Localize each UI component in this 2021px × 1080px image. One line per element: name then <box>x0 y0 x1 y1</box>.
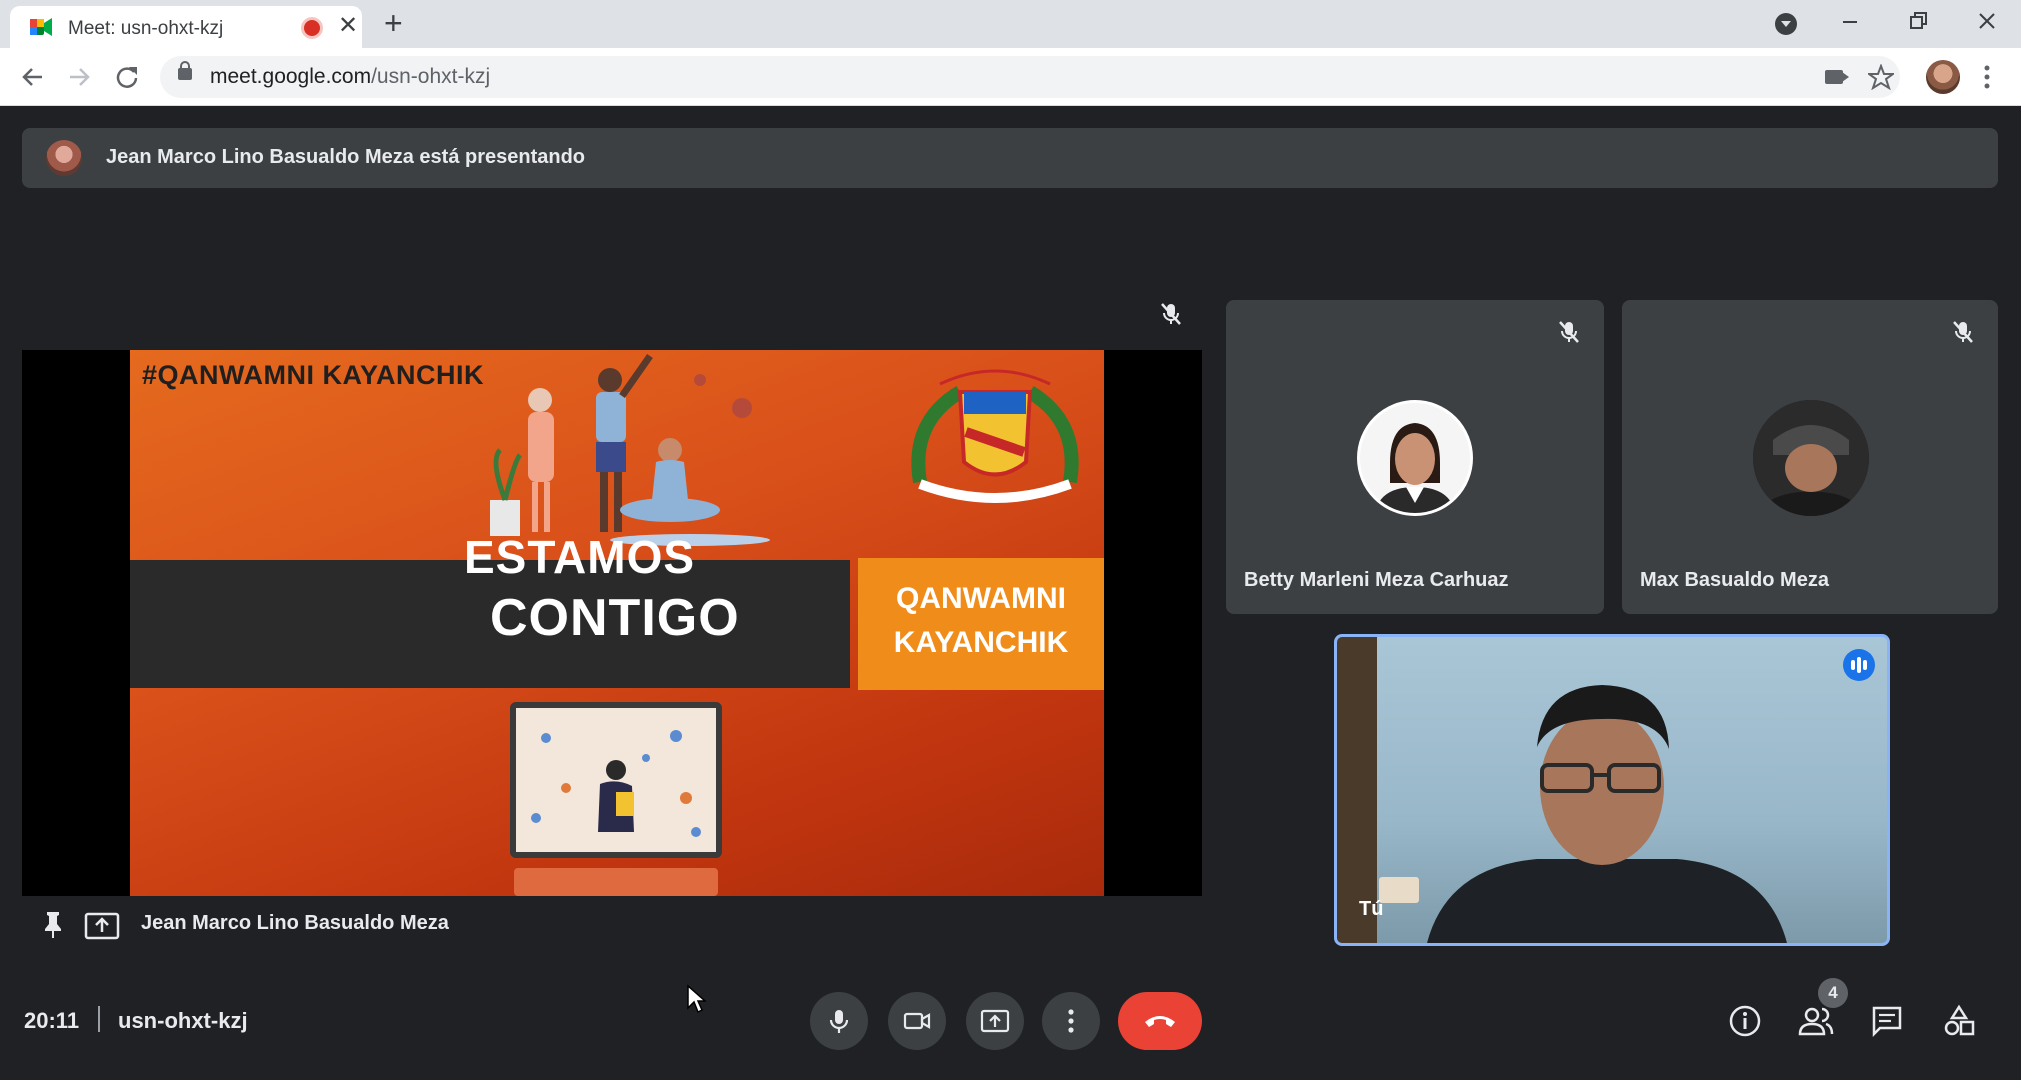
browser-toolbar: meet.google.com/usn-ohxt-kzj <box>0 48 2021 106</box>
tab-title: Meet: usn-ohxt-kzj <box>68 18 224 39</box>
participant-name: Betty Marleni Meza Carhuaz <box>1244 569 1509 591</box>
video-camera-icon <box>903 1012 931 1030</box>
participant-count-badge: 4 <box>1818 978 1848 1008</box>
participant-tile[interactable]: Max Basualdo Meza <box>1622 300 1998 614</box>
slide-box-line1: QANWAMNI <box>896 582 1066 615</box>
bottom-bar-divider <box>98 1006 100 1032</box>
virus-person-illustration <box>531 730 701 837</box>
reload-icon[interactable] <box>114 64 140 90</box>
slide-box-line2: KAYANCHIK <box>893 626 1069 659</box>
participant-tile[interactable]: Betty Marleni Meza Carhuaz <box>1226 300 1604 614</box>
leave-call-button[interactable] <box>1118 992 1202 1050</box>
lock-icon[interactable] <box>178 61 192 80</box>
meet-favicon-icon <box>30 18 52 36</box>
profile-avatar[interactable] <box>1926 60 1960 94</box>
participant-avatar <box>1357 400 1473 516</box>
speaking-indicator-icon <box>1843 649 1875 681</box>
slide-laptop-illustration <box>510 702 722 858</box>
minimize-icon[interactable] <box>1840 12 1860 32</box>
self-label: Tú <box>1359 898 1384 920</box>
bookmark-star-icon[interactable] <box>1868 64 1894 90</box>
slide-orange-box: QANWAMNI KAYANCHIK <box>858 558 1104 690</box>
url-path: /usn-ohxt-kzj <box>371 65 491 88</box>
restore-icon[interactable] <box>1908 10 1930 32</box>
browser-tab[interactable]: Meet: usn-ohxt-kzj ✕ <box>10 6 362 48</box>
presentation-tile[interactable]: #QANWAMNI KAYANCHIK ESTAMOS CONTIGO QANW… <box>22 350 1202 896</box>
meeting-details-icon[interactable] <box>1728 1004 1762 1038</box>
recording-indicator-icon <box>304 20 320 36</box>
meeting-code: usn-ohxt-kzj <box>118 1008 248 1033</box>
mic-muted-icon <box>1559 321 1579 343</box>
tab-search-icon[interactable] <box>1775 13 1797 35</box>
pin-icon[interactable] <box>42 910 64 940</box>
presenter-muted-icon <box>1161 303 1181 325</box>
browser-tab-strip: Meet: usn-ohxt-kzj ✕ + <box>0 0 2021 48</box>
browser-menu-icon[interactable] <box>1982 64 1992 90</box>
presenter-name-label: Jean Marco Lino Basualdo Meza <box>141 912 449 934</box>
participant-name: Max Basualdo Meza <box>1640 569 1829 591</box>
presenting-screen-icon <box>84 912 120 940</box>
window-close-icon[interactable] <box>1976 10 1998 32</box>
chat-icon[interactable] <box>1870 1004 1904 1038</box>
tab-close-icon[interactable]: ✕ <box>338 14 358 38</box>
new-tab-button[interactable]: + <box>384 6 403 40</box>
present-screen-icon <box>980 1009 1010 1033</box>
mic-muted-icon <box>1953 321 1973 343</box>
present-now-button[interactable] <box>966 992 1024 1050</box>
slide-people-illustration <box>490 353 770 546</box>
slide-hashtag: #QANWAMNI KAYANCHIK <box>142 360 485 390</box>
self-video-tile[interactable]: Tú <box>1334 634 1890 946</box>
more-options-button[interactable] <box>1042 992 1100 1050</box>
forward-arrow-icon[interactable] <box>66 64 92 90</box>
more-vert-icon <box>1068 1009 1074 1033</box>
shared-slide: #QANWAMNI KAYANCHIK ESTAMOS CONTIGO QANW… <box>130 350 1104 896</box>
self-video-feed <box>1337 637 1787 943</box>
mouse-cursor-icon <box>687 984 706 1014</box>
slide-title-line2: CONTIGO <box>490 589 740 647</box>
presenting-banner: Jean Marco Lino Basualdo Meza está prese… <box>22 128 1998 188</box>
activities-icon[interactable] <box>1942 1004 1976 1038</box>
camera-button[interactable] <box>888 992 946 1050</box>
school-crest-logo <box>911 369 1079 503</box>
slide-laptop-base <box>514 868 718 896</box>
address-bar[interactable]: meet.google.com/usn-ohxt-kzj <box>160 56 1900 98</box>
participant-avatar <box>1753 400 1869 516</box>
meeting-clock: 20:11 <box>24 1008 80 1033</box>
microphone-icon <box>829 1010 849 1033</box>
presenter-avatar <box>46 140 82 176</box>
presenting-banner-text: Jean Marco Lino Basualdo Meza está prese… <box>106 146 586 168</box>
microphone-button[interactable] <box>810 992 868 1050</box>
url-host: meet.google.com <box>210 65 372 88</box>
hang-up-phone-icon <box>1145 1016 1175 1027</box>
back-arrow-icon[interactable] <box>20 64 46 90</box>
camera-in-use-icon[interactable] <box>1825 70 1849 84</box>
slide-title-line1: ESTAMOS <box>464 531 696 583</box>
url-text[interactable]: meet.google.com/usn-ohxt-kzj <box>210 65 490 89</box>
people-icon[interactable] <box>1798 1004 1834 1038</box>
